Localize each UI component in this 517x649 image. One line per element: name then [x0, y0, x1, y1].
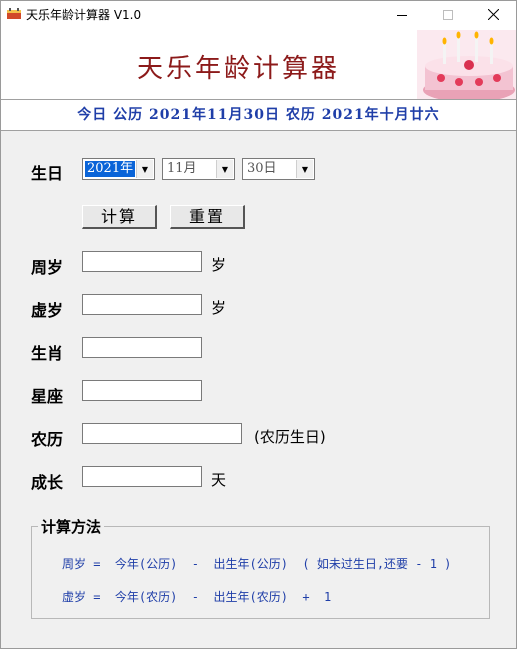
- full-age-field[interactable]: [82, 251, 202, 272]
- birth-day-value: 30日: [247, 161, 277, 176]
- chevron-down-icon: ▼: [216, 160, 233, 178]
- close-icon: [487, 9, 499, 20]
- minimize-icon: [397, 14, 407, 16]
- header-banner: 天乐年龄计算器: [1, 28, 516, 99]
- lunar-birthday-field[interactable]: [82, 423, 242, 444]
- divider: [1, 130, 516, 131]
- zodiac-field[interactable]: [82, 337, 202, 358]
- birthday-cake-image: [417, 30, 516, 99]
- full-age-formula: 周岁 = 今年(公历) - 出生年(公历) ( 如未过生日,还要 - 1 ): [62, 557, 452, 571]
- growth-days-label: 成长: [31, 473, 64, 492]
- nominal-age-label: 虚岁: [31, 301, 64, 320]
- maximize-button[interactable]: [425, 1, 471, 28]
- method-title: 计算方法: [38, 516, 105, 537]
- full-age-label: 周岁: [31, 258, 64, 277]
- chevron-down-icon: ▼: [136, 160, 153, 178]
- constellation-field[interactable]: [82, 380, 202, 401]
- today-date-bar: 今日 公历 2021年11月30日 农历 2021年十月廿六: [1, 100, 516, 130]
- app-window: 天乐年龄计算器 V1.0 天乐年龄计算器 今日 公历 2021年11月30日 农…: [0, 0, 517, 649]
- growth-days-unit: 天: [211, 471, 227, 489]
- birth-day-select[interactable]: 30日 ▼: [242, 158, 315, 180]
- lunar-birthday-note: (农历生日): [254, 428, 326, 446]
- title-bar: 天乐年龄计算器 V1.0: [1, 1, 516, 28]
- close-button[interactable]: [470, 1, 516, 28]
- zodiac-label: 生肖: [31, 344, 64, 363]
- app-icon: [7, 8, 21, 19]
- birth-month-select[interactable]: 11月 ▼: [162, 158, 235, 180]
- method-groupbox: [31, 526, 490, 619]
- nominal-age-unit: 岁: [211, 299, 227, 317]
- full-age-unit: 岁: [211, 256, 227, 274]
- birth-month-value: 11月: [167, 161, 197, 176]
- growth-days-field[interactable]: [82, 466, 202, 487]
- nominal-age-formula: 虚岁 = 今年(农历) - 出生年(农历) + 1: [62, 590, 332, 604]
- reset-button[interactable]: 重置: [170, 205, 245, 229]
- birth-year-select[interactable]: 2021年 ▼: [82, 158, 155, 180]
- calculate-button[interactable]: 计算: [82, 205, 157, 229]
- window-title: 天乐年龄计算器 V1.0: [26, 8, 142, 22]
- birthday-label: 生日: [31, 164, 64, 183]
- minimize-button[interactable]: [379, 1, 425, 28]
- app-heading: 天乐年龄计算器: [137, 54, 341, 84]
- chevron-down-icon: ▼: [296, 160, 313, 178]
- maximize-icon: [443, 9, 453, 20]
- constellation-label: 星座: [31, 387, 64, 406]
- lunar-birthday-label: 农历: [31, 430, 64, 449]
- nominal-age-field[interactable]: [82, 294, 202, 315]
- birth-year-value: 2021年: [85, 161, 136, 177]
